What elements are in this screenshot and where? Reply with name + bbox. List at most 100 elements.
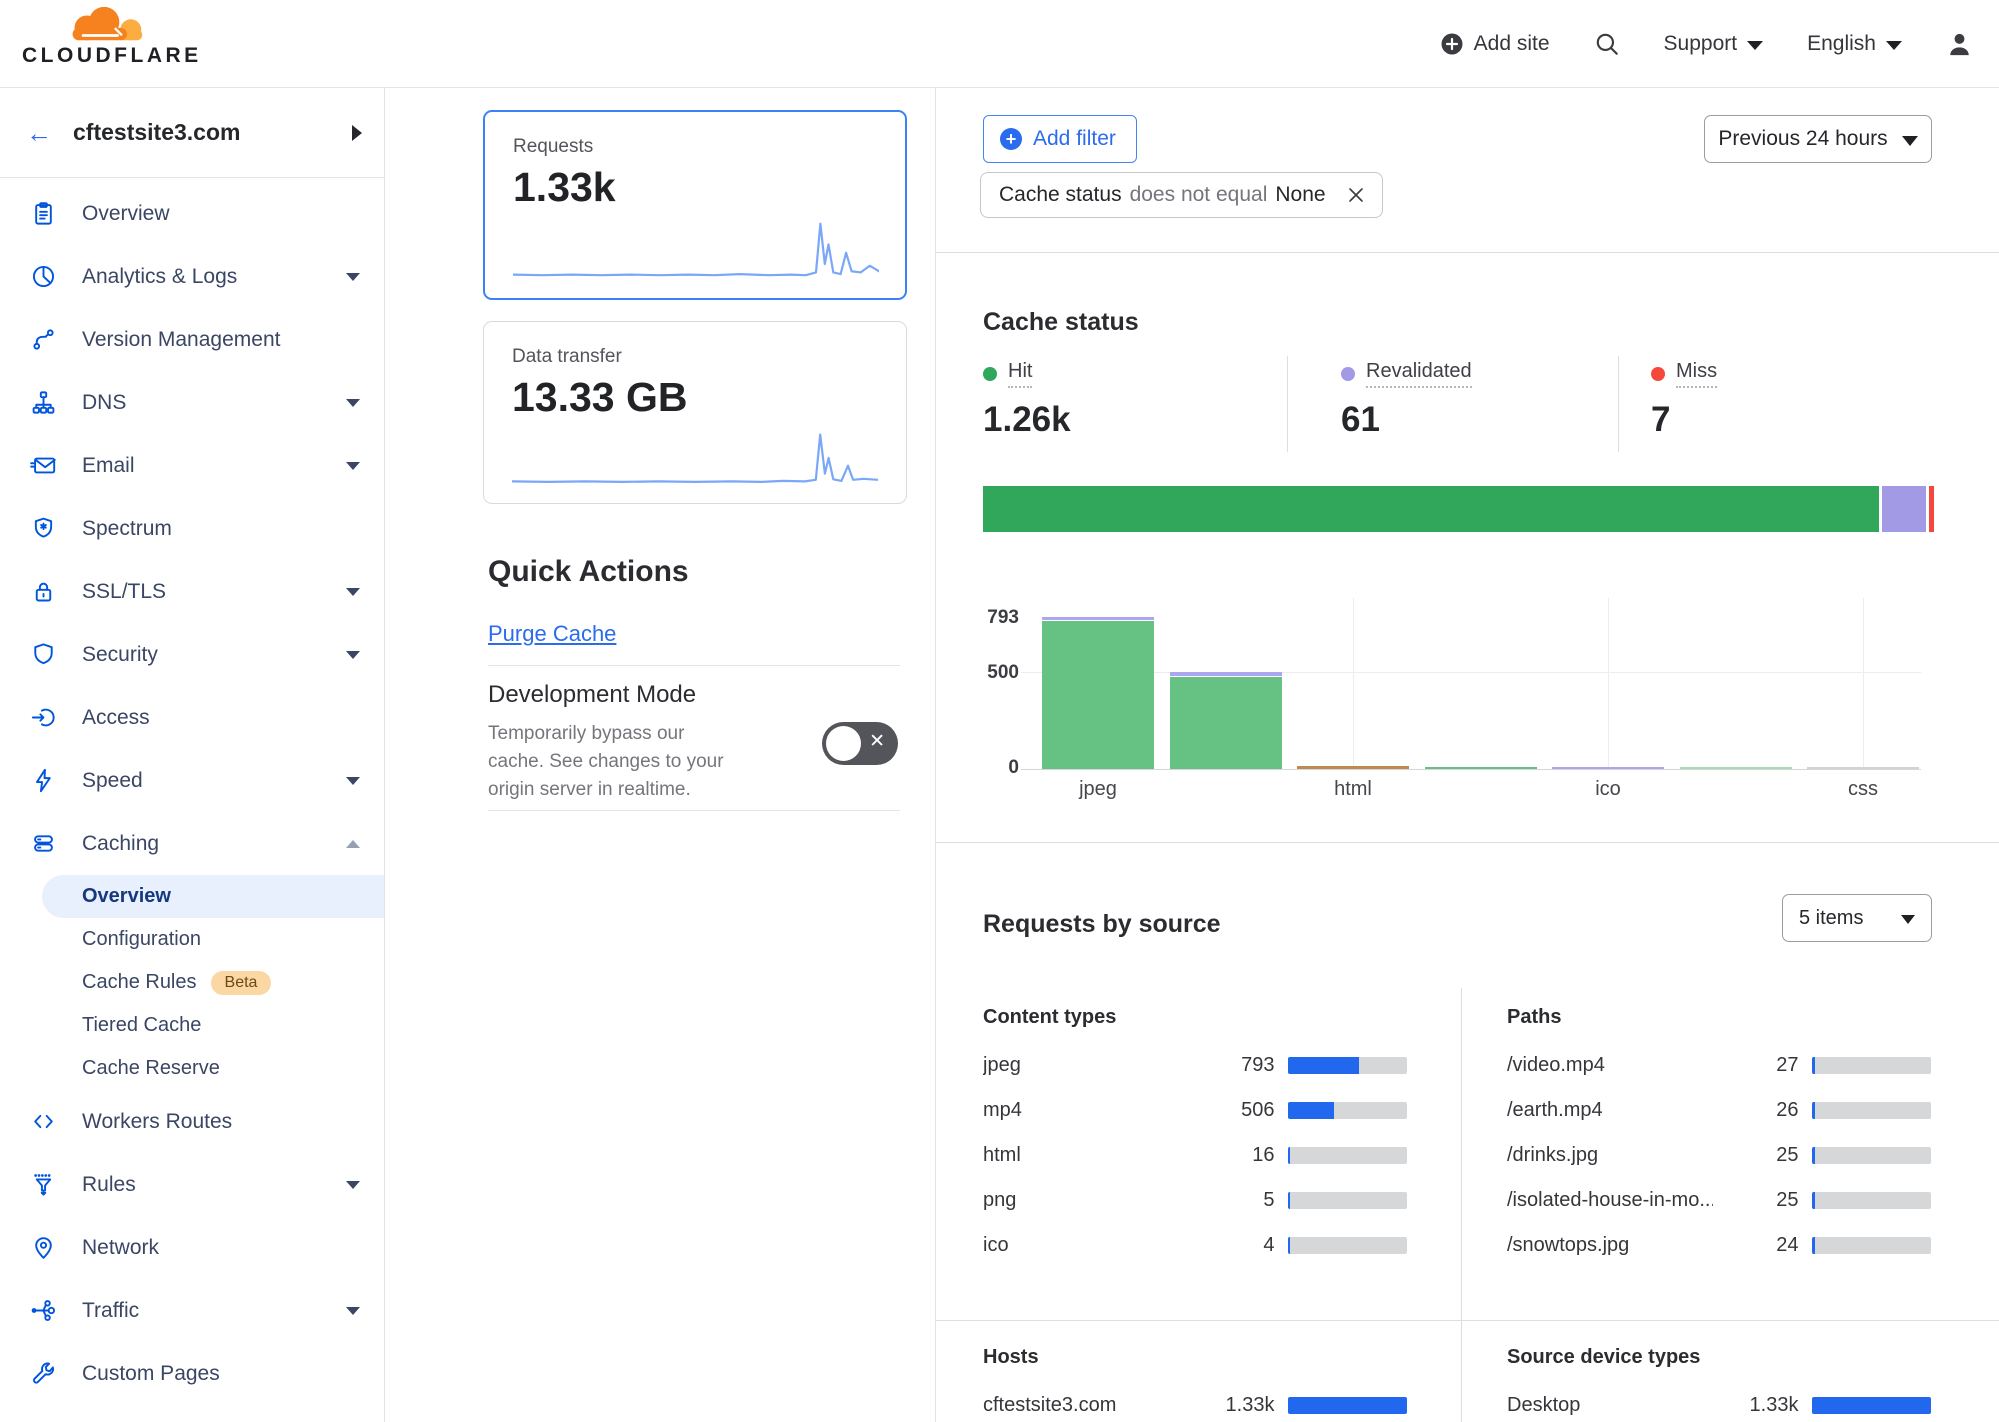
time-range-dropdown[interactable]: Previous 24 hours <box>1704 115 1932 163</box>
requests-metric-card[interactable]: Requests 1.33k <box>483 110 907 300</box>
data-transfer-metric-card[interactable]: Data transfer 13.33 GB <box>483 321 907 504</box>
search-button[interactable] <box>1594 31 1620 57</box>
legend-dot-icon <box>1341 367 1355 381</box>
row-label: Desktop <box>1507 1394 1713 1417</box>
row-bar-fill <box>1288 1192 1289 1209</box>
y-axis-tick-label: 0 <box>979 757 1019 779</box>
chevron-down-icon <box>346 1307 360 1315</box>
row-value: 4 <box>1189 1234 1275 1257</box>
legend-head: Miss <box>1651 360 1717 388</box>
sidebar-item-dns[interactable]: DNS <box>0 371 384 434</box>
funnel-icon <box>30 1171 57 1198</box>
sidebar-subitem-caching-tiered-cache[interactable]: Tiered Cache <box>0 1004 384 1047</box>
add-filter-button[interactable]: + Add filter <box>983 115 1137 163</box>
site-selector[interactable]: ← cftestsite3.com <box>0 88 384 178</box>
sidebar-subitem-label: Configuration <box>82 928 201 951</box>
sidebar-subitem-caching-cache-reserve[interactable]: Cache Reserve <box>0 1047 384 1090</box>
sidebar-item-security[interactable]: Security <box>0 623 384 686</box>
row-value: 5 <box>1189 1189 1275 1212</box>
row-value: 25 <box>1713 1144 1799 1167</box>
sidebar-item-rules[interactable]: Rules <box>0 1153 384 1216</box>
legend-item-miss[interactable]: Miss7 <box>1651 360 1717 440</box>
sidebar-item-label: Workers Routes <box>82 1110 232 1134</box>
y-axis-tick-label: 793 <box>979 607 1019 629</box>
gridline <box>1608 598 1609 769</box>
chart-bar-ico <box>1552 767 1664 769</box>
requests-sparkline <box>513 219 879 281</box>
sidebar-item-workers-routes[interactable]: Workers Routes <box>0 1090 384 1153</box>
support-menu[interactable]: Support <box>1664 32 1764 56</box>
table-row: /snowtops.jpg24 <box>1507 1223 1931 1268</box>
bar-segment-other <box>1297 766 1409 769</box>
sidebar-item-label: Rules <box>82 1173 136 1197</box>
legend-head: Hit <box>983 360 1071 388</box>
row-label: ico <box>983 1234 1189 1257</box>
items-count-dropdown[interactable]: 5 items <box>1782 894 1932 942</box>
table-row: ico4 <box>983 1223 1407 1268</box>
user-avatar-icon <box>1946 31 1973 58</box>
sidebar-item-version-management[interactable]: Version Management <box>0 308 384 371</box>
divider <box>1461 988 1462 1422</box>
sidebar-item-custom-pages[interactable]: Custom Pages <box>0 1342 384 1405</box>
row-bar-fill <box>1812 1147 1814 1164</box>
sidebar-item-email[interactable]: Email <box>0 434 384 497</box>
plus-circle-icon <box>1440 32 1464 56</box>
back-arrow-icon[interactable]: ← <box>26 120 52 146</box>
sidebar-subitem-caching-overview[interactable]: Overview <box>0 875 384 918</box>
table-row: /isolated-house-in-mo...25 <box>1507 1178 1931 1223</box>
cloudflare-logo[interactable]: CLOUDFLARE <box>22 4 182 68</box>
purge-cache-link[interactable]: Purge Cache <box>488 621 616 647</box>
table-header: Content types <box>983 1006 1407 1029</box>
sidebar-item-label: Network <box>82 1236 159 1260</box>
sidebar-item-label: DNS <box>82 391 126 415</box>
legend-label: Miss <box>1676 360 1717 388</box>
plus-circle-icon: + <box>1000 128 1022 150</box>
bar-segment-hit <box>1680 767 1792 769</box>
sidebar-item-overview[interactable]: Overview <box>0 182 384 245</box>
chevron-down-icon <box>346 399 360 407</box>
chart-bar-col-2 <box>1170 672 1282 769</box>
metrics-column: Requests 1.33k Data transfer 13.33 GB Qu… <box>385 88 935 1422</box>
sidebar-subitem-caching-cache-rules[interactable]: Cache RulesBeta <box>0 961 384 1004</box>
sidebar-item-analytics-logs[interactable]: Analytics & Logs <box>0 245 384 308</box>
row-value: 27 <box>1713 1054 1799 1077</box>
card-value: 1.33k <box>513 164 877 211</box>
table-row: cftestsite3.com1.33k <box>983 1383 1407 1422</box>
language-menu[interactable]: English <box>1807 32 1902 56</box>
row-bar-fill <box>1288 1147 1290 1164</box>
development-mode-toggle[interactable]: ✕ <box>822 722 898 765</box>
legend-item-hit[interactable]: Hit1.26k <box>983 360 1071 440</box>
account-menu[interactable] <box>1946 31 1973 58</box>
row-bar-fill <box>1812 1057 1815 1074</box>
sidebar-item-spectrum[interactable]: Spectrum <box>0 497 384 560</box>
chevron-down-icon <box>346 1181 360 1189</box>
sidebar-item-access[interactable]: Access <box>0 686 384 749</box>
toggle-off-x-icon: ✕ <box>869 730 885 753</box>
sidebar-item-speed[interactable]: Speed <box>0 749 384 812</box>
bar-segment-hit <box>1425 767 1537 769</box>
bar-chart-plot <box>1021 598 1921 769</box>
chevron-down-icon <box>346 273 360 281</box>
sidebar-item-network[interactable]: Network <box>0 1216 384 1279</box>
row-bar-track <box>1288 1147 1407 1164</box>
y-axis-tick-label: 500 <box>979 662 1019 684</box>
sidebar-item-traffic[interactable]: Traffic <box>0 1279 384 1342</box>
sidebar-item-caching[interactable]: Caching <box>0 812 384 875</box>
chevron-down-icon <box>1902 136 1918 146</box>
chevron-right-icon[interactable] <box>352 125 362 141</box>
login-arrow-icon <box>30 704 57 731</box>
remove-filter-icon[interactable] <box>1344 183 1368 207</box>
filter-value: None <box>1275 183 1325 207</box>
sidebar-item-ssl-tls[interactable]: SSL/TLS <box>0 560 384 623</box>
add-site-button[interactable]: Add site <box>1440 32 1550 56</box>
share-network-icon <box>30 1297 57 1324</box>
legend-item-revalidated[interactable]: Revalidated61 <box>1341 360 1472 440</box>
row-value: 1.33k <box>1189 1394 1275 1417</box>
server-stack-icon <box>30 830 57 857</box>
stacked-bar-segment-miss <box>1929 486 1934 532</box>
table-header: Source device types <box>1507 1346 1931 1369</box>
clipboard-icon <box>30 200 57 227</box>
table-header: Paths <box>1507 1006 1931 1029</box>
chevron-down-icon <box>346 777 360 785</box>
sidebar-subitem-caching-configuration[interactable]: Configuration <box>0 918 384 961</box>
